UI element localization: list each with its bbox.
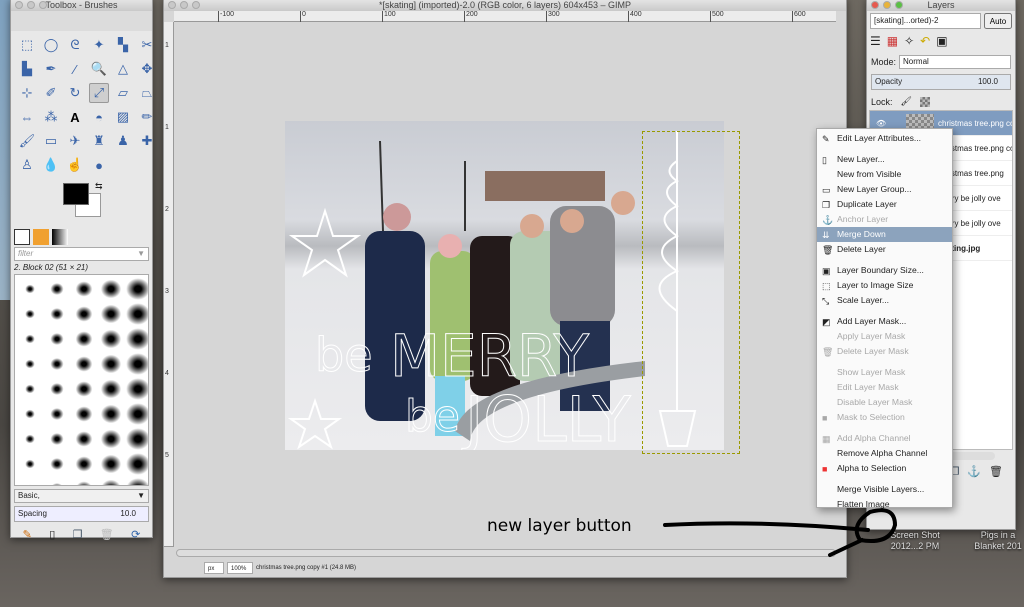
annotation-arrow	[663, 508, 898, 557]
